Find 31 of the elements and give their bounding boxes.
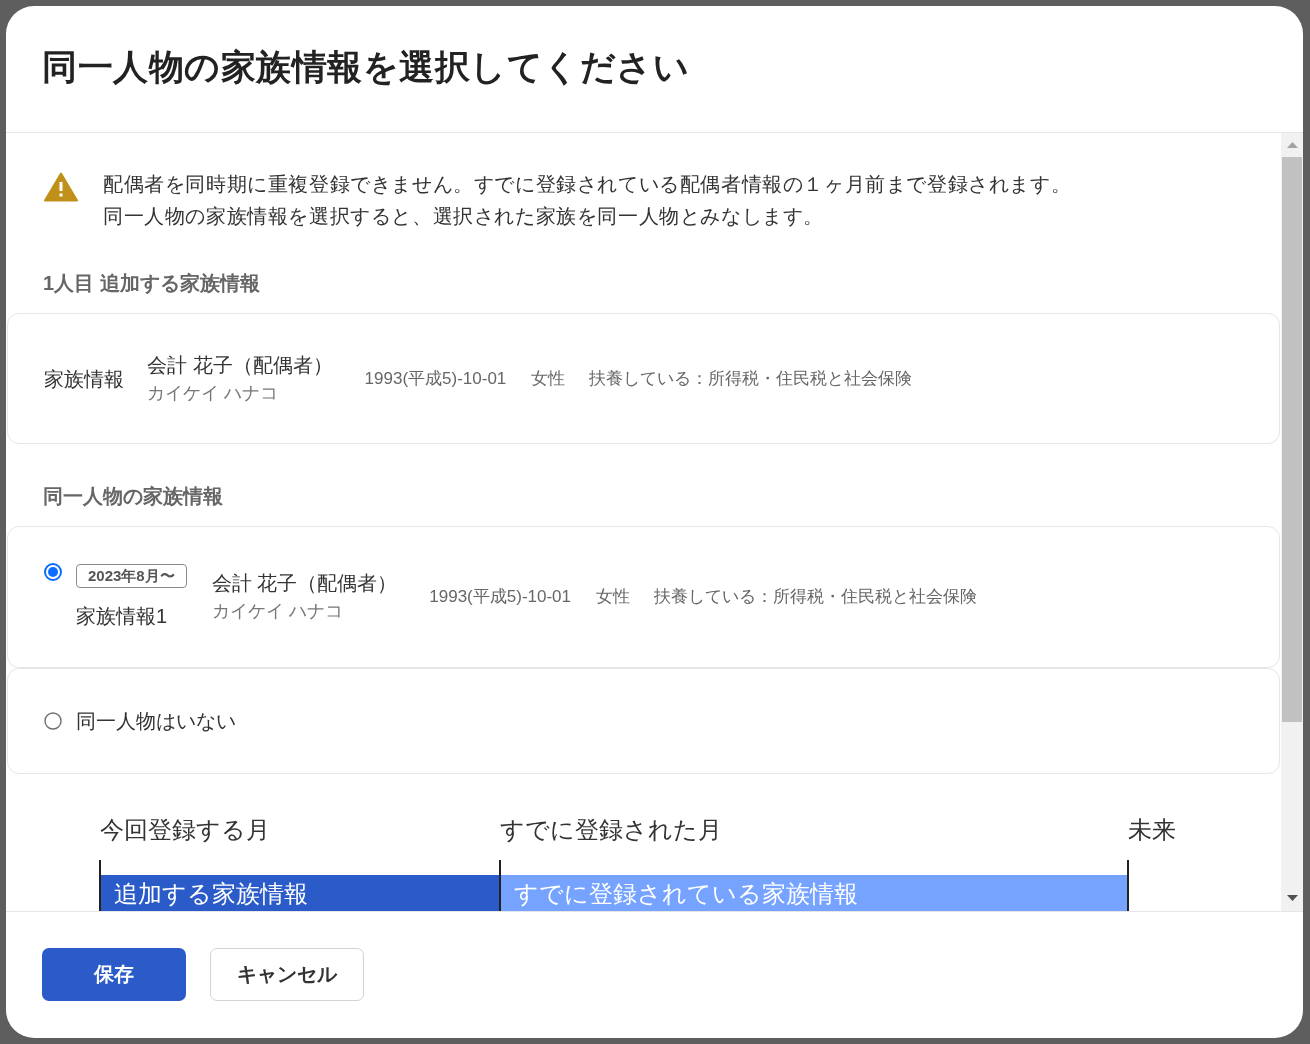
notice-text: 配偶者を同時期に重複登録できません。すでに登録されている配偶者情報の１ヶ月前まで登録されます。 同一人物の家族情報を選択すると、選択された家族を同一人物とみなします。 (103, 172, 1072, 229)
gender-text: 女性 (596, 586, 631, 608)
dialog-title: 同一人物の家族情報を選択してください (42, 46, 689, 88)
dependency-status: 扶養している：所得税・住民税と社会保険 (654, 586, 978, 608)
person-name: 会計 花子（配偶者） (211, 571, 398, 596)
scrollbar[interactable] (1281, 133, 1303, 911)
person-kana: カイケイ ハナコ (211, 600, 344, 623)
person-kana: カイケイ ハナコ (147, 381, 279, 405)
timeline-heading: 今回登録する月 (99, 816, 270, 844)
scrollbar-thumb[interactable] (1282, 157, 1302, 722)
gender-text: 女性 (531, 367, 566, 390)
timeline-bar: すでに登録されている家族情報 (501, 875, 1127, 911)
timeline-heading: すでに登録された月 (499, 816, 722, 844)
option-label[interactable]: 同一人物はいない (76, 707, 236, 735)
birth-date: 1993(平成5)-10-01 (364, 367, 507, 390)
scroll-down-arrow-icon[interactable] (1286, 895, 1298, 901)
section-heading: 同一人物の家族情報 (42, 484, 223, 509)
warning-icon (44, 172, 78, 202)
timeline-heading: 未来 (1127, 816, 1176, 844)
timeline-bar: 追加する家族情報 (101, 875, 499, 911)
radio-button[interactable] (44, 563, 62, 581)
cancel-button[interactable]: キャンセル (210, 948, 364, 1001)
save-button[interactable]: 保存 (42, 948, 186, 1001)
section-heading: 1人目 追加する家族情報 (42, 271, 260, 296)
record-label[interactable]: 家族情報1 (76, 602, 168, 630)
period-badge: 2023年8月〜 (76, 564, 187, 588)
person-name: 会計 花子（配偶者） (147, 352, 333, 378)
record-label: 家族情報 (44, 366, 124, 392)
birth-date: 1993(平成5)-10-01 (429, 586, 572, 608)
radio-button[interactable] (44, 712, 62, 730)
dependency-status: 扶養している：所得税・住民税と社会保険 (589, 367, 913, 390)
